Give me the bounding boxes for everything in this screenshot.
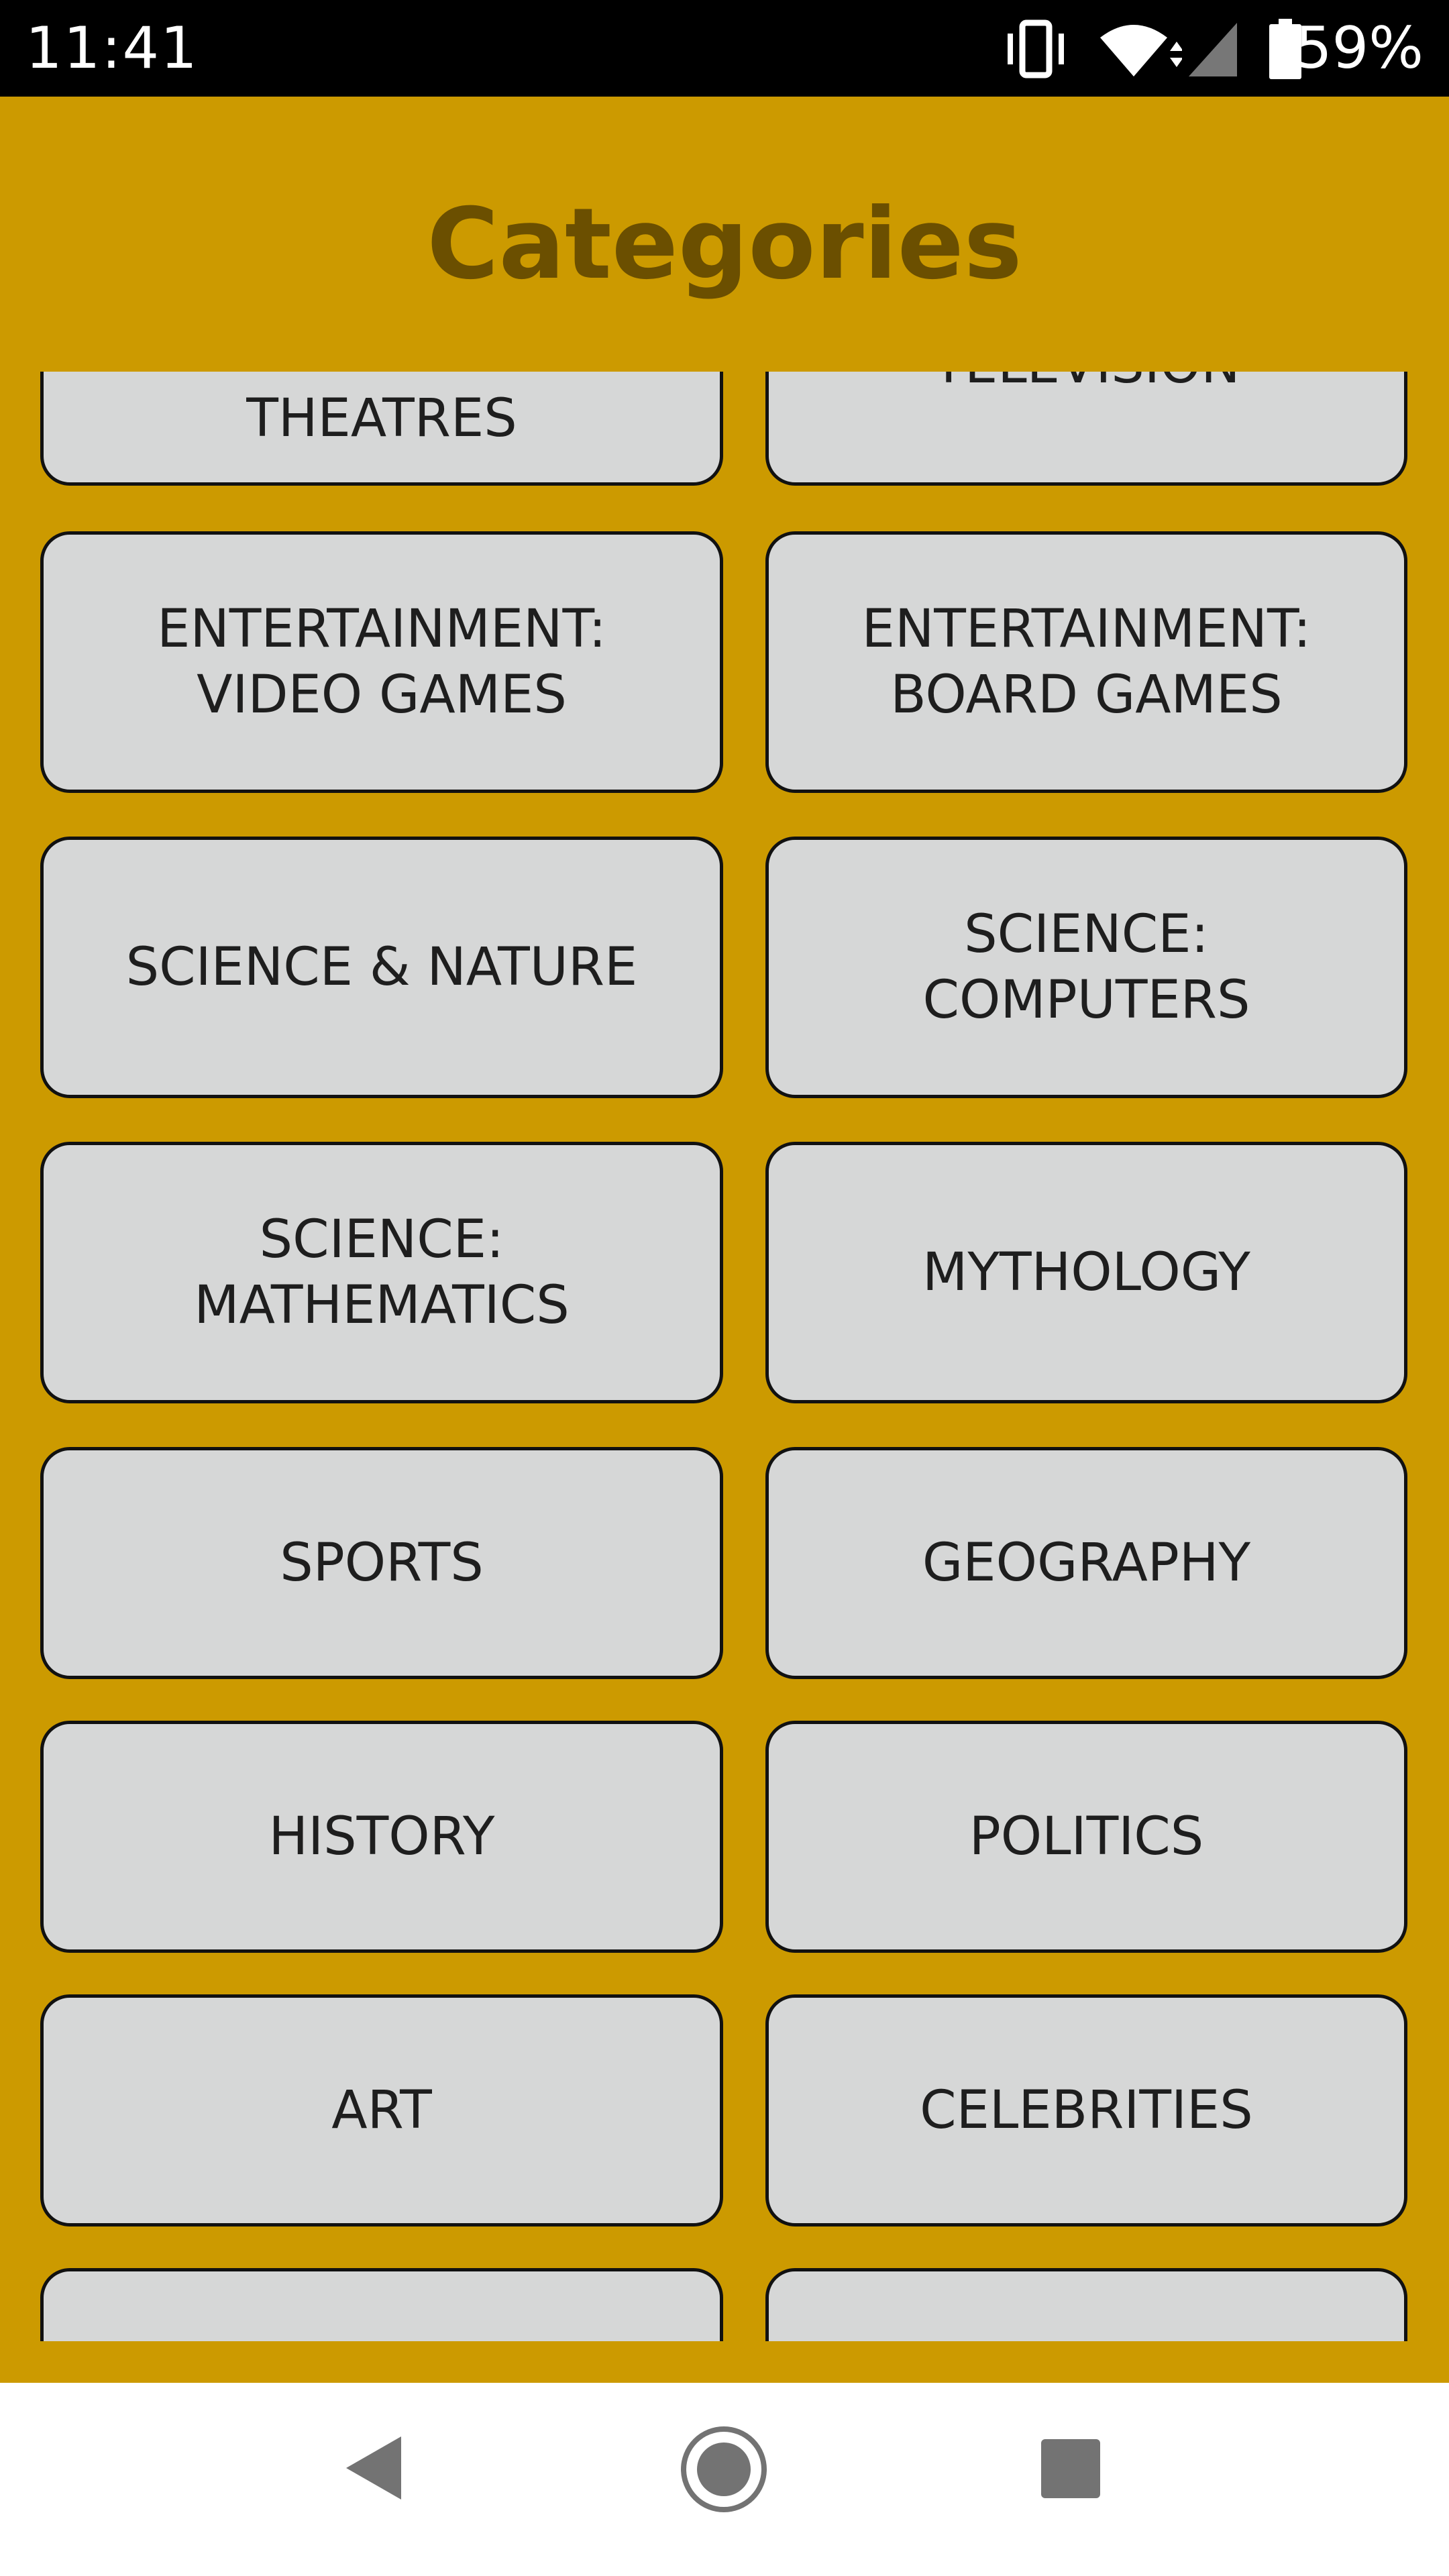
category-button-art[interactable]: ART <box>40 1994 723 2226</box>
battery-percent: 59% <box>1295 15 1424 82</box>
status-bar: 11:41 59% <box>0 0 1449 97</box>
app-header: Categories <box>0 97 1449 372</box>
category-button-television[interactable]: TELEVISION <box>765 372 1407 486</box>
category-button-geography[interactable]: GEOGRAPHY <box>765 1447 1407 1679</box>
category-button-history[interactable]: HISTORY <box>40 1721 723 1953</box>
category-button-partial[interactable] <box>40 2268 723 2341</box>
category-button-computers[interactable]: SCIENCE: COMPUTERS <box>765 837 1407 1098</box>
back-icon[interactable] <box>339 2431 407 2505</box>
category-button-theatres[interactable]: THEATRES <box>40 372 723 486</box>
category-button-video-games[interactable]: ENTERTAINMENT: VIDEO GAMES <box>40 531 723 793</box>
nav-bar <box>0 2383 1449 2576</box>
category-button-celebrities[interactable]: CELEBRITIES <box>765 1994 1407 2226</box>
recents-icon[interactable] <box>1038 2436 1103 2501</box>
wifi-icon <box>1100 25 1182 76</box>
category-button-science-nature[interactable]: SCIENCE & NATURE <box>40 837 723 1098</box>
category-button-partial[interactable] <box>765 2268 1407 2341</box>
category-button-mythology[interactable]: MYTHOLOGY <box>765 1142 1407 1403</box>
vibrate-icon <box>1008 19 1064 78</box>
home-icon[interactable] <box>679 2424 769 2514</box>
category-button-mathematics[interactable]: SCIENCE: MATHEMATICS <box>40 1142 723 1403</box>
page-title: Categories <box>427 187 1022 301</box>
category-button-board-games[interactable]: ENTERTAINMENT: BOARD GAMES <box>765 531 1407 793</box>
clock: 11:41 <box>25 15 199 82</box>
category-button-sports[interactable]: SPORTS <box>40 1447 723 1679</box>
category-button-politics[interactable]: POLITICS <box>765 1721 1407 1953</box>
cell-signal-icon <box>1189 23 1237 76</box>
category-grid[interactable]: THEATRES TELEVISION ENTERTAINMENT: VIDEO… <box>0 372 1449 2341</box>
